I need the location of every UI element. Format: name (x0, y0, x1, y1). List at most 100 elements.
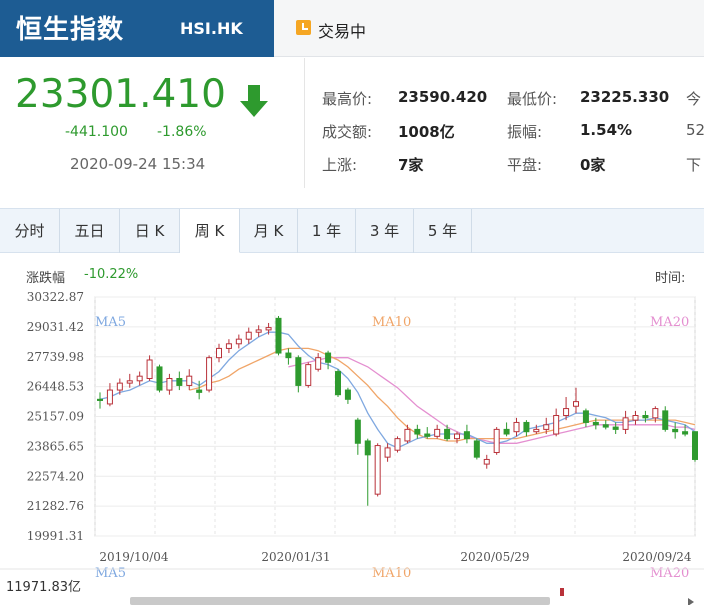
volume-max-label: 11971.83亿 (6, 580, 82, 595)
tab-one-year[interactable]: 1 年 (298, 209, 356, 253)
candle-body (454, 433, 460, 440)
candle-body (563, 408, 570, 417)
candle-body (424, 433, 431, 437)
arrow-down-icon (240, 85, 268, 117)
candle-body (533, 428, 540, 433)
stat-value-partial: 52 (686, 121, 704, 139)
index-code: HSI.HK (180, 19, 243, 38)
candle (156, 364, 163, 393)
candle (305, 362, 312, 388)
candle-body (473, 440, 480, 458)
candle-body (672, 428, 679, 433)
candle-body (463, 431, 470, 440)
stat-label-turnover: 成交额: (322, 123, 373, 141)
candle-body (335, 371, 341, 396)
stat-label-decliners: 下 (686, 156, 702, 174)
candle-body (434, 428, 441, 437)
tab-weekly-k[interactable]: 周 K (180, 209, 240, 253)
volume-bar (560, 588, 564, 596)
candle-body (384, 447, 391, 458)
candle-body (275, 317, 282, 354)
candle-body (325, 352, 332, 363)
scroll-right-icon[interactable] (688, 598, 694, 605)
y-tick-label: 29031.42 (27, 320, 84, 334)
x-tick-label: 2019/10/04 (99, 550, 169, 564)
candle-body (116, 382, 123, 391)
candle (374, 443, 381, 497)
index-name: 恒生指数 (16, 15, 125, 45)
candle-body (176, 377, 183, 386)
legend-label-ma5: MA5 (95, 315, 126, 330)
chart-scrollbar[interactable] (130, 597, 550, 605)
candle-body (225, 343, 232, 349)
stat-label-unchanged: 平盘: (507, 156, 543, 174)
candle-body (344, 389, 351, 400)
volume-legend-ma20: MA20 (650, 566, 689, 581)
y-tick-label: 22574.20 (27, 469, 84, 483)
candle (206, 355, 213, 393)
stat-value-high: 23590.420 (398, 88, 488, 106)
stat-value-amplitude: 1.54% (580, 121, 633, 139)
volume-legend-ma5: MA5 (95, 566, 126, 581)
candle-body (582, 410, 589, 423)
y-tick-label: 30322.87 (27, 290, 84, 304)
candle-body (543, 424, 550, 430)
candle-body (126, 380, 133, 384)
time-label: 时间: (655, 271, 686, 286)
current-price: 23301.410 (15, 72, 226, 117)
candle-body (186, 375, 193, 386)
price-change: -441.100 (65, 124, 128, 140)
candle-body (642, 415, 649, 419)
candle-body (404, 428, 411, 442)
candle (473, 438, 480, 460)
candle-body (196, 389, 203, 393)
tab-monthly-k[interactable]: 月 K (240, 209, 298, 253)
candle-body (573, 401, 579, 407)
x-tick-label: 2020/05/29 (460, 550, 529, 564)
volume-legend-ma10: MA10 (372, 566, 411, 581)
candle-body (374, 445, 381, 495)
tab-daily-k[interactable]: 日 K (120, 209, 180, 253)
stat-label-high: 最高价: (322, 90, 373, 108)
x-tick-label: 2020/01/31 (261, 550, 330, 564)
candle-body (106, 389, 113, 405)
candle-body (146, 359, 153, 379)
candle-body (97, 398, 103, 401)
legend-label-ma20: MA20 (650, 315, 689, 330)
stat-label-low: 最低价: (507, 90, 558, 108)
change-label: 涨跌幅 (26, 271, 66, 286)
tab-intraday[interactable]: 分时 (0, 209, 60, 253)
candle-body (602, 424, 609, 428)
tab-five-day[interactable]: 五日 (60, 209, 120, 253)
candlestick-chart[interactable]: 30322.87 29031.42 27739.98 26448.53 25157.09… (0, 253, 704, 605)
candle-body (483, 458, 490, 465)
candle-body (612, 426, 619, 430)
candle-body (315, 357, 322, 370)
candle-body (255, 329, 262, 333)
change-value: -10.22% (84, 267, 139, 282)
stat-value-turnover: 1008亿 (398, 123, 455, 141)
stat-value-low: 23225.330 (580, 88, 670, 106)
stat-label-advancers: 上涨: (322, 156, 358, 174)
candle-body (364, 440, 371, 456)
candle-body (632, 415, 639, 421)
stat-label-amplitude: 振幅: (507, 123, 543, 141)
stat-value-advancers: 7家 (398, 156, 424, 174)
candle-body (265, 327, 272, 331)
tab-three-year[interactable]: 3 年 (356, 209, 414, 253)
y-tick-label: 23865.65 (27, 439, 84, 453)
candle-body (692, 431, 698, 460)
title-box: 恒生指数 HSI.HK (0, 0, 274, 57)
y-tick-label: 25157.09 (27, 410, 84, 424)
chart-panel: 30322.87 29031.42 27739.98 26448.53 25157.09… (0, 253, 704, 605)
x-tick-label: 2020/09/24 (622, 550, 692, 564)
stat-label-open: 今 (686, 90, 702, 108)
candle-body (136, 375, 143, 382)
candle-body (394, 438, 401, 451)
candle-body (503, 428, 510, 435)
candle-body (523, 421, 530, 433)
candle-body (553, 415, 560, 435)
tab-five-year[interactable]: 5 年 (414, 209, 472, 253)
candle-body (622, 417, 629, 430)
candle-body (493, 428, 500, 454)
